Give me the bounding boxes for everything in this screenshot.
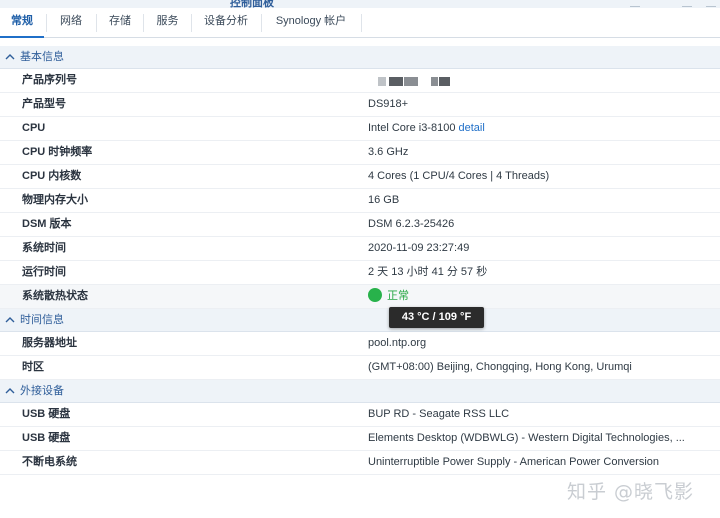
row-label: CPU 内核数: [22, 170, 82, 182]
row-cpu-clock: CPU 时钟频率 3.6 GHz: [0, 141, 720, 165]
row-value: 3.6 GHz: [368, 146, 409, 158]
tab-device-analytics[interactable]: 设备分析: [192, 8, 260, 38]
tab-general[interactable]: 常规: [0, 8, 44, 38]
row-value: DS918+: [368, 98, 409, 110]
row-label: 系统散热状态: [22, 290, 88, 302]
cpu-detail-link[interactable]: detail: [459, 122, 485, 134]
status-text: 正常: [387, 290, 409, 302]
thermal-status[interactable]: 正常: [368, 285, 409, 308]
redaction-block: [378, 77, 386, 86]
row-value: Elements Desktop (WDBWLG) - Western Digi…: [368, 432, 685, 444]
row-value: pool.ntp.org: [368, 337, 427, 349]
row-uptime: 运行时间 2 天 13 小时 41 分 57 秒: [0, 261, 720, 285]
close-icon[interactable]: [706, 0, 716, 7]
watermark: 知乎 @晓飞影: [567, 481, 695, 503]
row-serial: 产品序列号: [0, 69, 720, 93]
section-title: 外接设备: [20, 385, 64, 397]
row-model: 产品型号 DS918+: [0, 93, 720, 117]
section-title: 基本信息: [20, 51, 64, 63]
redaction-block: [404, 77, 418, 86]
row-label: USB 硬盘: [22, 432, 71, 444]
row-memory: 物理内存大小 16 GB: [0, 189, 720, 213]
maximize-icon[interactable]: [682, 0, 692, 7]
row-label: 物理内存大小: [22, 194, 88, 206]
redaction-block: [389, 77, 403, 86]
row-value-cpu: Intel Core i3-8100 detail: [368, 117, 485, 140]
tab-services[interactable]: 服务: [144, 8, 191, 38]
row-value: BUP RD - Seagate RSS LLC: [368, 408, 510, 420]
row-value: 2 天 13 小时 41 分 57 秒: [368, 266, 488, 278]
tab-storage[interactable]: 存储: [97, 8, 143, 38]
row-label: DSM 版本: [22, 218, 72, 230]
row-usb-disk: USB 硬盘 Elements Desktop (WDBWLG) - Weste…: [0, 427, 720, 451]
row-usb-disk: USB 硬盘 BUP RD - Seagate RSS LLC: [0, 403, 720, 427]
redaction-block: [431, 77, 438, 86]
chevron-up-icon[interactable]: [5, 46, 15, 68]
row-label: CPU: [22, 122, 46, 134]
row-ups: 不断电系统 Uninterruptible Power Supply - Ame…: [0, 451, 720, 475]
row-label: USB 硬盘: [22, 408, 71, 420]
row-label: 运行时间: [22, 266, 66, 278]
section-basic-info[interactable]: 基本信息: [0, 46, 720, 69]
row-label: 时区: [22, 361, 44, 373]
redaction-block: [439, 77, 450, 86]
row-label: 系统时间: [22, 242, 66, 254]
row-value: 16 GB: [368, 194, 400, 206]
row-dsm-version: DSM 版本 DSM 6.2.3-25426: [0, 213, 720, 237]
row-value: 4 Cores (1 CPU/4 Cores | 4 Threads): [368, 170, 550, 182]
row-thermal-status: 系统散热状态 正常: [0, 285, 720, 309]
row-value: 2020-11-09 23:27:49: [368, 242, 470, 254]
minimize-icon[interactable]: [630, 0, 640, 7]
row-ntp-server: 服务器地址 pool.ntp.org: [0, 332, 720, 356]
row-value: Uninterruptible Power Supply - American …: [368, 456, 660, 468]
row-label: 不断电系统: [22, 456, 77, 468]
row-label: 产品型号: [22, 98, 66, 110]
tab-network[interactable]: 网络: [47, 8, 95, 38]
status-ok-icon: [368, 288, 382, 302]
tab-separator: [361, 14, 362, 32]
temperature-tooltip: 43 °C / 109 °F: [389, 307, 484, 328]
row-value: DSM 6.2.3-25426: [368, 218, 455, 230]
row-timezone: 时区 (GMT+08:00) Beijing, Chongqing, Hong …: [0, 356, 720, 380]
tab-synology-account[interactable]: Synology 帐户: [262, 8, 360, 38]
section-title: 时间信息: [20, 314, 64, 326]
row-cpu-cores: CPU 内核数 4 Cores (1 CPU/4 Cores | 4 Threa…: [0, 165, 720, 189]
row-label: CPU 时钟频率: [22, 146, 93, 158]
window-title-strip: 控制面板: [0, 0, 720, 9]
row-cpu: CPU Intel Core i3-8100 detail: [0, 117, 720, 141]
tab-bar: 常规 网络 存储 服务 设备分析 Synology 帐户: [0, 8, 720, 38]
row-system-time: 系统时间 2020-11-09 23:27:49: [0, 237, 720, 261]
chevron-up-icon[interactable]: [5, 309, 15, 331]
chevron-up-icon[interactable]: [5, 380, 15, 402]
info-content: 基本信息 产品序列号 产品型号 DS918+ CPU Intel Core i3…: [0, 46, 720, 475]
section-time-info[interactable]: 时间信息: [0, 309, 720, 332]
row-value: (GMT+08:00) Beijing, Chongqing, Hong Kon…: [368, 361, 632, 373]
row-label: 服务器地址: [22, 337, 77, 349]
cpu-model: Intel Core i3-8100: [368, 122, 456, 134]
row-label: 产品序列号: [22, 74, 77, 86]
section-external-devices[interactable]: 外接设备: [0, 380, 720, 403]
